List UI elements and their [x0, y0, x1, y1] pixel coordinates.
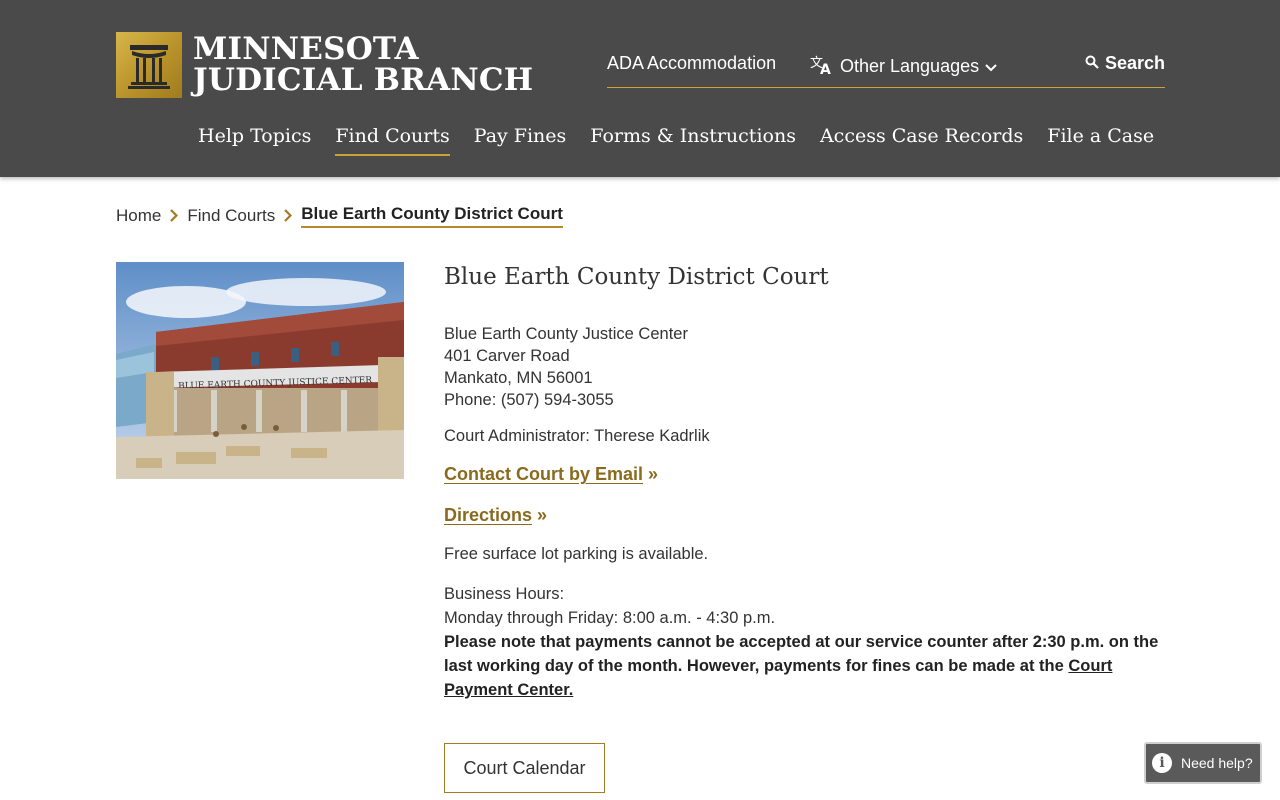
translate-icon: 文 A	[810, 53, 840, 80]
need-help-label: Need help?	[1181, 755, 1253, 771]
page-title: Blue Earth County District Court	[444, 264, 829, 290]
court-details: Blue Earth County District Court Blue Ea…	[444, 262, 1166, 702]
search-button[interactable]: Search	[1085, 53, 1165, 74]
chevron-right-icon	[170, 207, 179, 226]
breadcrumb-current-page: Blue Earth County District Court	[301, 204, 563, 228]
address-phone: Phone: (507) 594-3055	[444, 391, 614, 409]
nav-pay-fines[interactable]: Pay Fines	[474, 125, 567, 155]
main-navigation: Help Topics Find Courts Pay Fines Forms …	[198, 125, 1178, 156]
contact-link-row: Contact Court by Email »	[444, 464, 1166, 485]
breadcrumb: Home Find Courts Blue Earth County Distr…	[116, 204, 563, 228]
link-arrow: »	[532, 505, 548, 525]
nav-help-topics[interactable]: Help Topics	[198, 125, 311, 155]
court-address: Blue Earth County Justice Center 401 Car…	[444, 323, 1166, 411]
address-city: Mankato, MN 56001	[444, 369, 593, 387]
link-arrow: »	[643, 464, 659, 484]
contact-court-email-link[interactable]: Contact Court by Email	[444, 464, 643, 484]
address-street: 401 Carver Road	[444, 347, 570, 365]
nav-access-case-records[interactable]: Access Case Records	[820, 125, 1023, 155]
ada-accommodation-link[interactable]: ADA Accommodation	[607, 53, 776, 74]
chevron-right-icon	[284, 207, 293, 226]
logo-line-2: JUDICIAL BRANCH	[193, 62, 534, 98]
nav-file-a-case[interactable]: File a Case	[1047, 125, 1154, 155]
site-header: MINNESOTA JUDICIAL BRANCH ADA Accommodat…	[0, 0, 1280, 177]
nav-find-courts[interactable]: Find Courts	[335, 125, 451, 156]
search-icon	[1085, 53, 1105, 74]
need-help-button[interactable]: i Need help?	[1144, 742, 1262, 784]
search-label: Search	[1104, 53, 1165, 73]
svg-text:A: A	[820, 62, 831, 75]
directions-link-row: Directions »	[444, 505, 1166, 526]
address-building: Blue Earth County Justice Center	[444, 325, 688, 343]
other-languages-dropdown[interactable]: 文 A Other Languages	[810, 53, 1003, 80]
breadcrumb-find-courts[interactable]: Find Courts	[187, 206, 275, 226]
info-icon: i	[1152, 753, 1172, 773]
site-logo[interactable]: MINNESOTA JUDICIAL BRANCH	[116, 32, 533, 98]
payment-note: Please note that payments cannot be acce…	[444, 630, 1166, 702]
payment-note-text: Please note that payments cannot be acce…	[444, 633, 1159, 675]
breadcrumb-home[interactable]: Home	[116, 206, 161, 226]
courthouse-photo: BLUE EARTH COUNTY JUSTICE CENTER	[116, 262, 404, 479]
other-languages-label: Other Languages	[840, 56, 980, 76]
courthouse-pillar-icon	[116, 32, 182, 98]
directions-link[interactable]: Directions	[444, 505, 532, 525]
court-calendar-button[interactable]: Court Calendar	[444, 743, 605, 793]
parking-info: Free surface lot parking is available.	[444, 545, 709, 563]
business-hours: Business Hours: Monday through Friday: 8…	[444, 582, 1166, 702]
court-administrator: Court Administrator: Therese Kadrlik	[444, 427, 710, 445]
nav-forms-instructions[interactable]: Forms & Instructions	[590, 125, 796, 155]
hours-label: Business Hours:	[444, 585, 565, 603]
utility-bar: ADA Accommodation 文 A Other Languages Se…	[607, 50, 1165, 88]
hours-value: Monday through Friday: 8:00 a.m. - 4:30 …	[444, 609, 776, 627]
logo-wordmark: MINNESOTA JUDICIAL BRANCH	[193, 34, 533, 96]
chevron-down-icon	[985, 56, 1003, 77]
logo-line-1: MINNESOTA	[193, 31, 419, 67]
